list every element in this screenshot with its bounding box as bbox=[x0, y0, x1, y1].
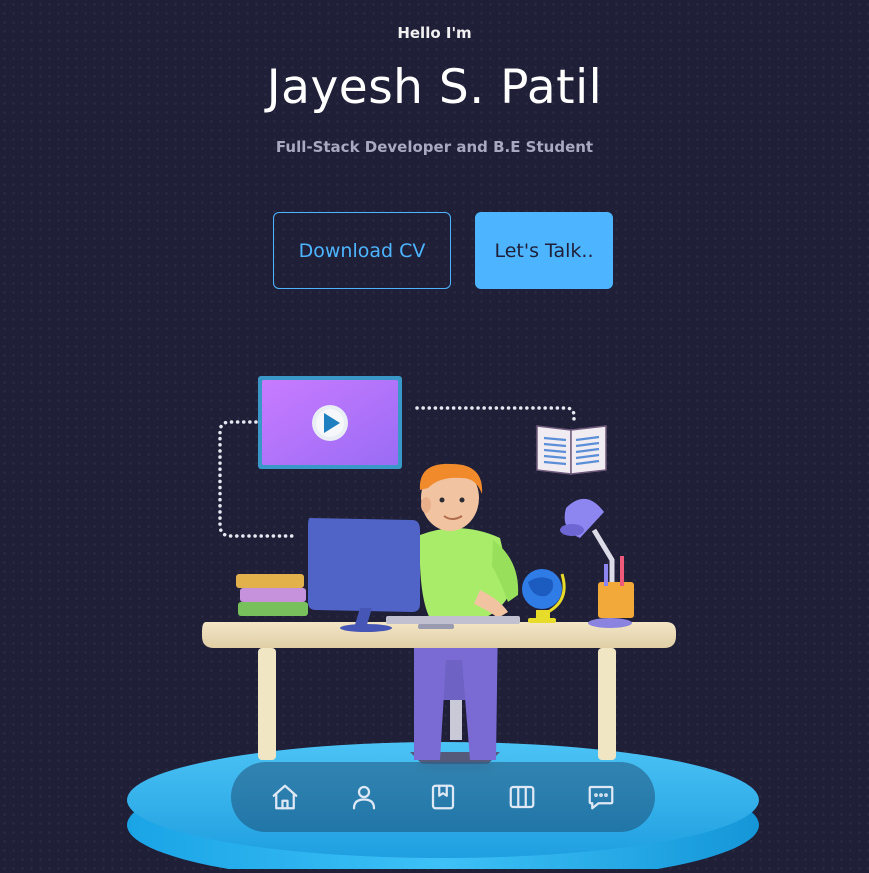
book-icon bbox=[431, 784, 455, 810]
nav-portfolio[interactable] bbox=[498, 773, 546, 821]
role-subtitle: Full-Stack Developer and B.E Student bbox=[275, 138, 594, 156]
home-icon bbox=[272, 784, 297, 810]
page-title: Jayesh S. Patil bbox=[266, 60, 603, 115]
greeting-text: Hello I'm bbox=[397, 24, 472, 42]
lets-talk-button[interactable]: Let's Talk.. bbox=[475, 212, 613, 289]
nav-home[interactable] bbox=[261, 773, 309, 821]
user-icon bbox=[352, 785, 375, 810]
bottom-nav bbox=[231, 762, 655, 832]
download-cv-button[interactable]: Download CV bbox=[273, 212, 451, 289]
chat-icon bbox=[588, 785, 614, 810]
nav-contact[interactable] bbox=[577, 773, 625, 821]
columns-icon bbox=[509, 785, 535, 809]
nav-experience[interactable] bbox=[419, 773, 467, 821]
nav-about[interactable] bbox=[340, 773, 388, 821]
